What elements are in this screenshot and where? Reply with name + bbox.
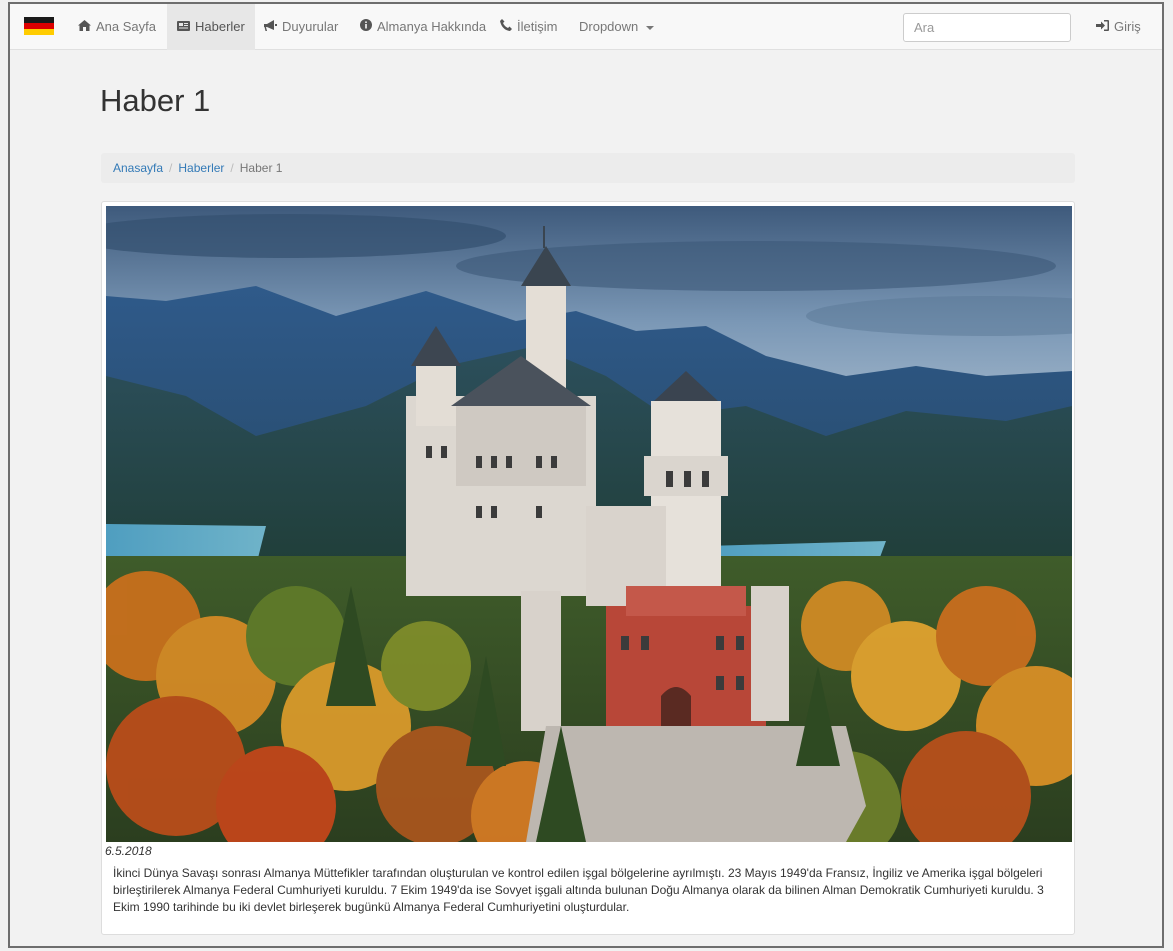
nav-item-about-germany-label: Almanya Hakkında <box>377 19 487 34</box>
german-flag-logo[interactable] <box>24 17 54 35</box>
home-icon <box>78 4 91 50</box>
login-label: Giriş <box>1114 19 1141 34</box>
bullhorn-icon <box>264 4 277 50</box>
nav-item-dropdown[interactable]: Dropdown <box>569 4 664 50</box>
caret-down-icon <box>645 25 654 30</box>
breadcrumb-separator: / <box>230 161 234 175</box>
sign-in-icon <box>1096 4 1109 50</box>
nav-item-home[interactable]: Ana Sayfa <box>68 4 166 50</box>
breadcrumb-home-link[interactable]: Anasayfa <box>113 161 163 175</box>
search-input[interactable] <box>903 13 1071 42</box>
nav-item-contact-label: İletişim <box>517 19 558 34</box>
nav-item-announcements-label: Duyurular <box>282 19 339 34</box>
nav-item-contact[interactable]: İletişim <box>490 4 567 50</box>
castle-photo <box>106 206 1072 842</box>
navbar: Ana Sayfa Haberler Duyurular Almanya Hak… <box>10 4 1162 50</box>
newspaper-icon <box>177 4 190 50</box>
article-body: İkinci Dünya Savaşı sonrası Almanya Mütt… <box>113 866 1044 914</box>
nav-item-dropdown-label: Dropdown <box>579 19 639 34</box>
breadcrumb-separator: / <box>169 161 173 175</box>
browser-frame: Ana Sayfa Haberler Duyurular Almanya Hak… <box>8 2 1164 948</box>
nav-item-announcements[interactable]: Duyurular <box>254 4 348 50</box>
login-button[interactable]: Giriş <box>1086 4 1151 50</box>
breadcrumb-news-link[interactable]: Haberler <box>178 161 224 175</box>
nav-item-news[interactable]: Haberler <box>167 4 255 50</box>
nav-item-home-label: Ana Sayfa <box>96 19 156 34</box>
breadcrumb: Anasayfa / Haberler / Haber 1 <box>101 153 1075 183</box>
nav-item-about-germany[interactable]: Almanya Hakkında <box>350 4 496 50</box>
page-title: Haber 1 <box>100 83 211 118</box>
article-card: 6.5.2018 İkinci Dünya Savaşı sonrası Alm… <box>101 201 1075 935</box>
breadcrumb-current: Haber 1 <box>239 161 283 175</box>
nav-item-news-label: Haberler <box>195 19 245 34</box>
article-date: 6.5.2018 <box>105 844 152 858</box>
info-circle-icon <box>360 4 372 50</box>
phone-icon <box>500 4 512 50</box>
